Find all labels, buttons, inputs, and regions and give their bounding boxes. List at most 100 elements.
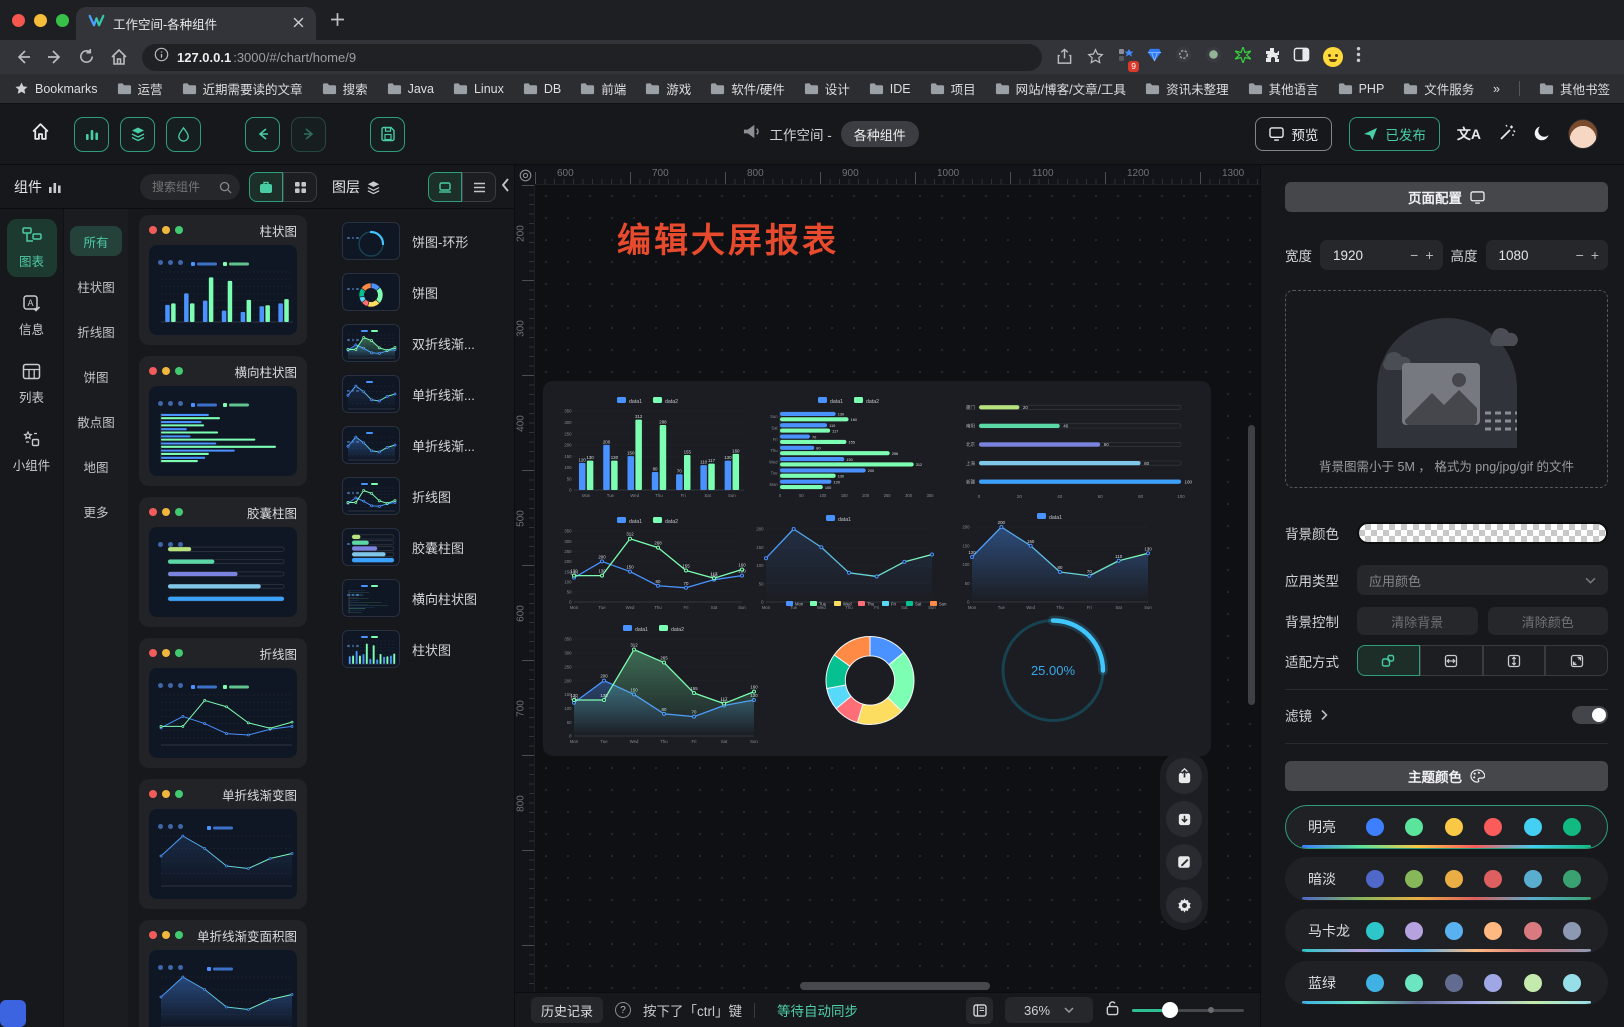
zoom-select[interactable]: 36% [1005, 997, 1093, 1023]
fit-width-button[interactable] [1420, 645, 1483, 676]
search-input[interactable] [150, 179, 215, 195]
layers-panel-toggle-button[interactable] [120, 117, 155, 152]
help-icon[interactable]: ? [615, 1002, 631, 1018]
component-card-柱状图[interactable]: 柱状图 [139, 215, 307, 345]
sidebar-item-列表[interactable]: 列表 [7, 355, 57, 413]
home-icon[interactable] [30, 121, 51, 147]
sidebar-item-图表[interactable]: 图表 [7, 219, 57, 277]
width-stepper[interactable]: 1920 − + [1320, 240, 1443, 270]
bookmark-item[interactable]: Java [387, 82, 434, 96]
canvas-chart-area2[interactable]: data1data2050100150200250300350120200150… [557, 621, 761, 749]
dashboard-panel[interactable]: data1data2050100150200250300350120200150… [543, 381, 1211, 756]
layer-item-饼图[interactable]: 饼图 [318, 273, 514, 311]
theme-row-马卡龙[interactable]: 马卡龙 [1285, 909, 1608, 953]
tab-close-icon[interactable] [293, 15, 304, 33]
canvas-chart-capsule[interactable]: 厦门20南阳40北京60上海80新疆100020406080100 [955, 395, 1199, 505]
publish-button[interactable]: 已发布 [1349, 117, 1440, 151]
filter-toggle[interactable] [1572, 706, 1608, 724]
undo-button[interactable] [245, 117, 280, 152]
layer-item-横向柱状图[interactable]: 横向柱状图 [318, 579, 514, 617]
component-card-折线图[interactable]: 折线图 [139, 638, 307, 768]
import-download-button[interactable] [1166, 801, 1202, 837]
bookmark-item[interactable]: IDE [869, 82, 911, 96]
gem-extension-icon[interactable] [1147, 47, 1162, 67]
redo-button[interactable] [291, 117, 326, 152]
dark-mode-moon-icon[interactable] [1533, 124, 1551, 145]
traffic-close[interactable] [12, 14, 25, 27]
share-icon[interactable] [1056, 48, 1074, 66]
bookmark-item[interactable]: 网站/博客/文章/工具 [995, 79, 1126, 98]
magic-wand-icon[interactable] [1498, 124, 1516, 145]
component-card-单折线渐变面积图[interactable]: 单折线渐变面积图 [139, 920, 307, 1027]
green-dot-extension-icon[interactable] [1205, 46, 1222, 68]
layers-list-view-toggle[interactable] [462, 172, 496, 202]
canvas-chart-ring[interactable]: 25.00% [969, 595, 1137, 743]
height-stepper[interactable]: 1080 − + [1486, 240, 1609, 270]
theme-color-header[interactable]: 主题颜色 [1285, 761, 1608, 791]
height-plus-button[interactable]: + [1591, 247, 1599, 263]
new-tab-button[interactable] [330, 12, 345, 32]
canvas-chart-bar[interactable]: data1data2050100150200250300350120200150… [557, 393, 749, 503]
user-avatar[interactable] [1568, 119, 1598, 149]
canvas-chart-line2[interactable]: data1data2050100150200250300350120200150… [557, 513, 749, 615]
layer-item-折线图[interactable]: 折线图 [318, 477, 514, 515]
category-饼图[interactable]: 饼图 [70, 361, 122, 391]
component-search[interactable] [140, 174, 240, 200]
theme-row-明亮[interactable]: 明亮 [1285, 805, 1608, 849]
layer-item-双折线渐...[interactable]: 双折线渐... [318, 324, 514, 362]
layer-item-饼图-环形[interactable]: 饼图-环形 [318, 222, 514, 260]
bookmark-item[interactable]: 软件/硬件 [710, 79, 784, 98]
other-bookmarks[interactable]: 其他书签 [1539, 79, 1610, 98]
bookmark-star-icon[interactable] [1087, 48, 1105, 66]
zoom-slider-knob[interactable] [1162, 1002, 1178, 1018]
back-icon[interactable] [14, 48, 32, 66]
bookmark-item[interactable]: 游戏 [645, 79, 691, 98]
sidebar-item-信息[interactable]: A信息 [7, 287, 57, 345]
layer-item-单折线渐...[interactable]: 单折线渐... [318, 375, 514, 413]
category-折线图[interactable]: 折线图 [70, 316, 122, 346]
export-upload-button[interactable] [1166, 758, 1202, 794]
bookmark-item[interactable]: 设计 [804, 79, 850, 98]
history-button[interactable]: 历史记录 [531, 997, 603, 1023]
settings-gear-icon[interactable] [1166, 887, 1202, 923]
width-minus-button[interactable]: − [1410, 247, 1418, 263]
preview-button[interactable]: 预览 [1255, 117, 1332, 151]
green-star-extension-icon[interactable] [1235, 47, 1251, 68]
app-type-select[interactable]: 应用颜色 [1357, 565, 1608, 595]
vertical-scrollbar[interactable] [1248, 425, 1255, 705]
canvas-chart-hbar[interactable]: data1data2050100150200250300350120200150… [763, 393, 945, 503]
zoom-slider[interactable] [1132, 1001, 1244, 1019]
charts-panel-toggle-button[interactable] [74, 117, 109, 152]
layers-thumbnail-view-toggle[interactable] [428, 172, 462, 202]
history-panel-button[interactable] [966, 997, 993, 1024]
ruler-eye-icon[interactable] [515, 165, 535, 185]
theme-row-暗淡[interactable]: 暗淡 [1285, 857, 1608, 901]
fit-scale-button[interactable] [1357, 645, 1420, 676]
bookmark-item[interactable]: 其他语言 [1248, 79, 1319, 98]
forward-icon[interactable] [46, 48, 64, 66]
bookmarks-overflow-chevron[interactable]: » [1493, 82, 1500, 96]
home-browser-icon[interactable] [110, 48, 128, 66]
traffic-maximize[interactable] [56, 14, 69, 27]
component-card-单折线渐变图[interactable]: 单折线渐变图 [139, 779, 307, 909]
category-散点图[interactable]: 散点图 [70, 406, 122, 436]
bookmark-item[interactable]: 前端 [580, 79, 626, 98]
horizontal-scrollbar[interactable] [800, 982, 990, 990]
category-所有[interactable]: 所有 [70, 226, 122, 256]
canvas-body[interactable]: 编辑大屏报表 data1data205010015020025030035012… [535, 185, 1260, 992]
component-card-胶囊柱图[interactable]: 胶囊柱图 [139, 497, 307, 627]
bookmark-item[interactable]: 运营 [117, 79, 163, 98]
fit-height-button[interactable] [1483, 645, 1546, 676]
height-minus-button[interactable]: − [1576, 247, 1584, 263]
translate-icon[interactable]: 文A [1457, 124, 1481, 144]
bookmark-item[interactable]: Linux [453, 82, 504, 96]
canvas-chart-pie[interactable]: MonTueWedThuFriSatSun [765, 597, 975, 747]
details-panel-toggle-button[interactable] [166, 117, 201, 152]
reload-icon[interactable] [78, 48, 96, 66]
bookmark-item[interactable]: PHP [1338, 82, 1385, 96]
canvas-text-title[interactable]: 编辑大屏报表 [617, 213, 839, 262]
bookmark-item[interactable]: 文件服务器 [1403, 79, 1474, 98]
browser-menu-icon[interactable] [1356, 46, 1361, 68]
grid-view-toggle[interactable] [283, 172, 317, 202]
address-bar[interactable]: 127.0.0.1:3000/#/chart/home/9 [142, 44, 1042, 71]
